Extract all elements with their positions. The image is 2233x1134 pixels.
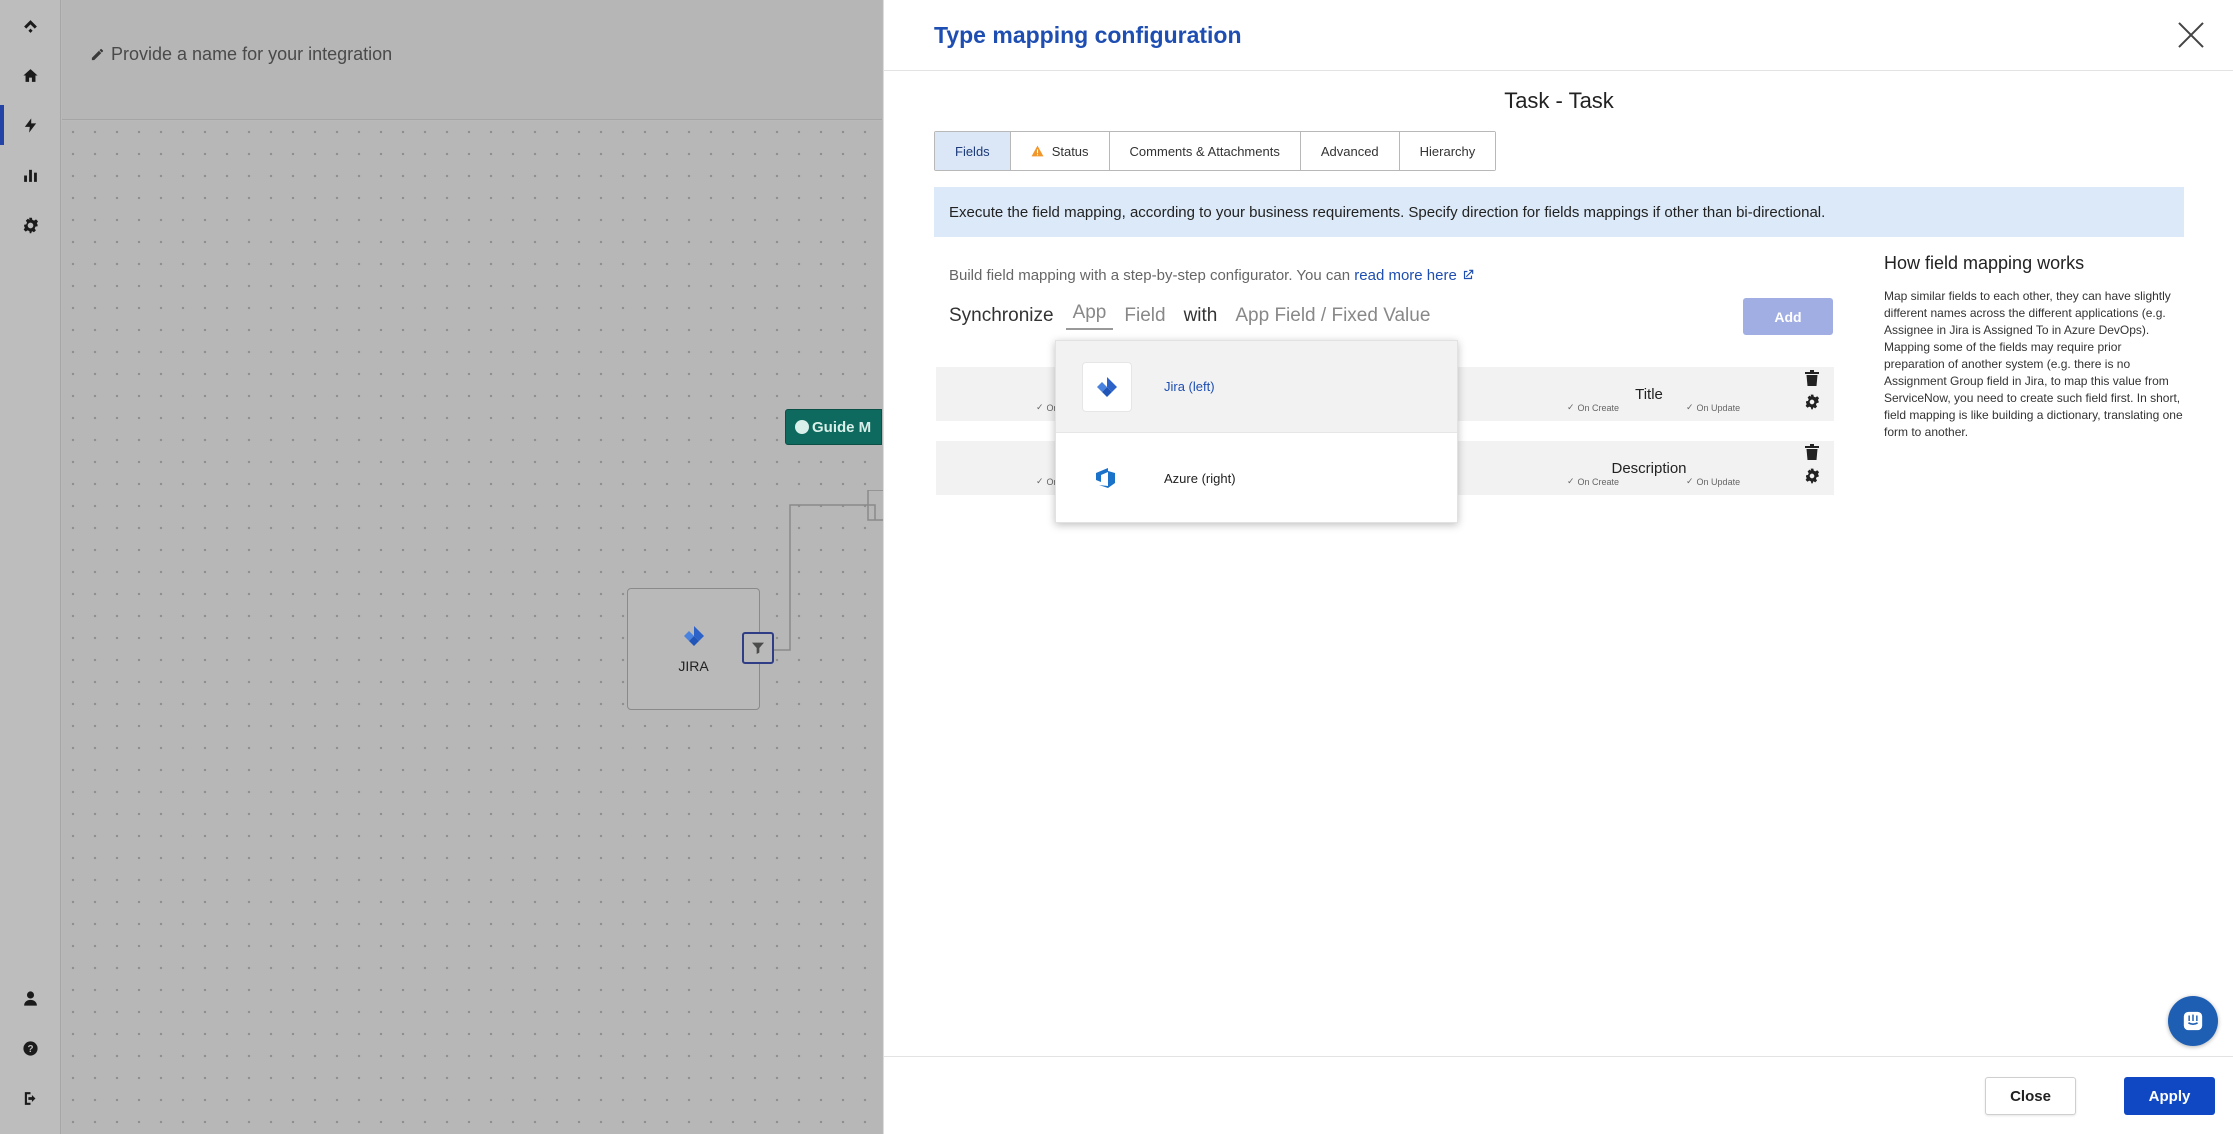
type-mapping-panel: Type mapping configuration Task - Task F… — [883, 0, 2233, 1134]
tab-comments-attachments[interactable]: Comments & Attachments — [1109, 132, 1301, 170]
right-field-label: Description — [1611, 460, 1687, 477]
left-nav-rail: ? — [0, 0, 61, 1134]
gear-icon[interactable] — [0, 205, 61, 245]
sync-builder-row: Synchronize App Field with App Field / F… — [949, 302, 1430, 330]
chat-icon — [2183, 1011, 2203, 1031]
synchronize-label: Synchronize — [949, 305, 1054, 326]
gear-icon[interactable] — [1804, 468, 1820, 484]
integration-header: Provide a name for your integration — [62, 0, 882, 120]
caption-text: On Update — [1696, 476, 1741, 487]
dropdown-option-azure[interactable]: Azure (right) — [1056, 432, 1457, 523]
tab-status[interactable]: Status — [1010, 132, 1110, 170]
bolt-icon[interactable] — [0, 105, 61, 145]
build-instructions: Build field mapping with a step-by-step … — [949, 267, 1475, 284]
filter-icon — [752, 642, 764, 654]
read-more-link[interactable]: read more here — [1354, 267, 1475, 284]
connector-line — [770, 490, 889, 651]
filter-button[interactable] — [742, 632, 774, 664]
help-icon[interactable]: ? — [0, 1028, 61, 1068]
help-panel: How field mapping works Map similar fiel… — [1884, 253, 2184, 441]
tab-hierarchy[interactable]: Hierarchy — [1399, 132, 1496, 170]
compass-icon — [795, 420, 809, 434]
panel-title: Type mapping configuration — [934, 22, 1242, 48]
field-select[interactable]: Field — [1124, 305, 1165, 327]
integration-name-placeholder: Provide a name for your integration — [111, 44, 393, 64]
apply-button[interactable]: Apply — [2124, 1077, 2215, 1115]
app-select[interactable]: App — [1065, 302, 1114, 330]
with-label: with — [1183, 305, 1218, 326]
tab-label: Status — [1051, 143, 1089, 159]
guide-button-label: Guide M — [812, 418, 872, 436]
jira-node[interactable]: JIRA — [627, 588, 760, 710]
check-icon: ✓ — [1686, 476, 1694, 486]
tab-label: Hierarchy — [1419, 143, 1476, 159]
close-icon[interactable] — [2174, 18, 2208, 52]
caption-text: On Create — [1577, 402, 1620, 413]
info-text: Execute the field mapping, according to … — [949, 203, 1826, 221]
footer-divider — [884, 1056, 2233, 1057]
check-icon: ✓ — [1686, 402, 1694, 412]
tab-bar: Fields Status Comments & Attachments Adv… — [934, 131, 1497, 171]
caption-text: On Create — [1577, 476, 1620, 487]
svg-text:?: ? — [27, 1044, 33, 1055]
add-button[interactable]: Add — [1743, 298, 1833, 335]
user-icon[interactable] — [0, 978, 61, 1018]
read-more-label: read more here — [1354, 267, 1457, 284]
close-button[interactable]: Close — [1985, 1077, 2076, 1115]
jira-logo-icon — [1082, 361, 1132, 412]
help-title: How field mapping works — [1884, 253, 2085, 273]
chat-widget-button[interactable] — [2168, 996, 2218, 1046]
app-dropdown: Jira (left) Azure (right) — [1055, 340, 1458, 523]
azure-devops-logo-icon — [1082, 453, 1132, 503]
integration-name-field[interactable]: Provide a name for your integration — [90, 44, 392, 65]
chart-icon[interactable] — [0, 155, 61, 195]
on-update-caption: ✓ On Update — [1686, 402, 1740, 413]
exalate-logo-icon[interactable] — [0, 6, 61, 46]
on-create-caption: ✓ On Create — [1567, 476, 1619, 487]
gear-icon[interactable] — [1804, 394, 1820, 410]
build-text: Build field mapping with a step-by-step … — [949, 267, 1351, 284]
mapping-subtitle: Task - Task — [1504, 88, 1614, 113]
right-field-label: Title — [1635, 386, 1663, 403]
dropdown-option-label: Azure (right) — [1164, 470, 1236, 486]
external-link-icon — [1463, 269, 1474, 280]
trash-icon[interactable] — [1805, 370, 1819, 386]
tab-label: Advanced — [1320, 143, 1379, 159]
home-icon[interactable] — [0, 55, 61, 95]
trash-icon[interactable] — [1805, 444, 1819, 460]
logout-icon[interactable] — [0, 1078, 61, 1118]
info-banner: Execute the field mapping, according to … — [934, 187, 2184, 237]
check-icon: ✓ — [1567, 476, 1575, 486]
guide-mode-button[interactable]: Guide M — [785, 409, 882, 445]
pencil-icon — [91, 48, 104, 61]
on-create-caption: ✓ On Create — [1567, 402, 1619, 413]
check-icon: ✓ — [1036, 402, 1044, 412]
dropdown-option-label: Jira (left) — [1164, 379, 1215, 394]
node-label: JIRA — [678, 658, 709, 674]
on-update-caption: ✓ On Update — [1686, 476, 1740, 487]
header-divider — [884, 70, 2233, 71]
dropdown-option-jira[interactable]: Jira (left) — [1056, 341, 1457, 432]
warning-icon — [1031, 145, 1044, 157]
check-icon: ✓ — [1036, 476, 1044, 486]
jira-logo-icon — [683, 626, 704, 646]
check-icon: ✓ — [1567, 402, 1575, 412]
tab-label: Fields — [955, 143, 990, 159]
help-text: Map similar fields to each other, they c… — [1884, 289, 2183, 439]
app-field-value-select[interactable]: App Field / Fixed Value — [1235, 305, 1430, 327]
caption-text: On Update — [1696, 402, 1741, 413]
tab-label: Comments & Attachments — [1129, 143, 1280, 159]
tab-fields[interactable]: Fields — [935, 132, 1011, 170]
tab-advanced[interactable]: Advanced — [1300, 132, 1400, 170]
